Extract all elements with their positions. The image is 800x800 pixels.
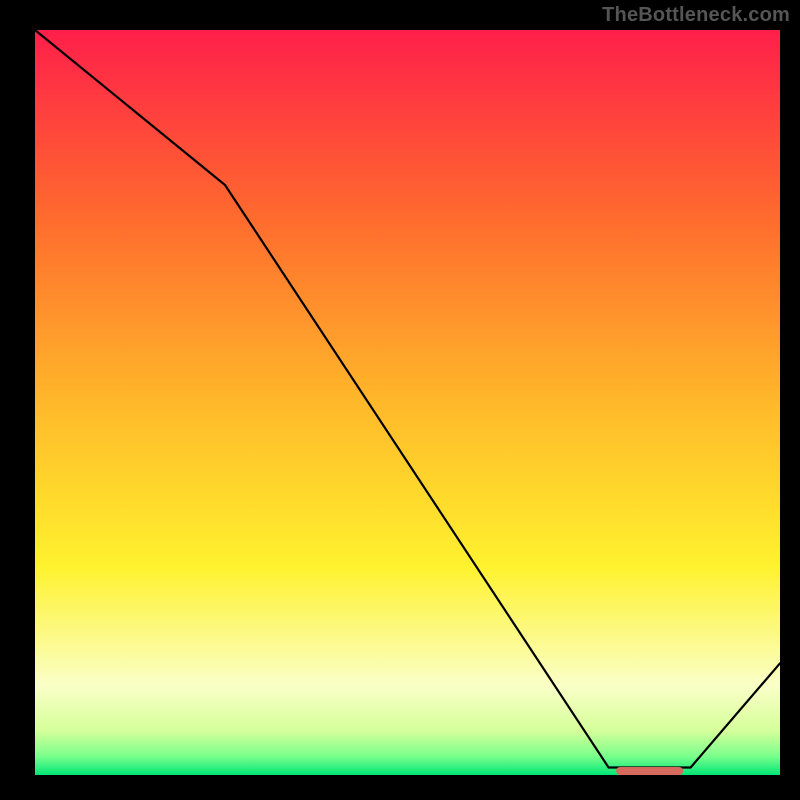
chart-stage: TheBottleneck.com bbox=[0, 0, 800, 800]
optimal-range-marker bbox=[616, 767, 683, 775]
chart-svg bbox=[0, 0, 800, 800]
plot-area bbox=[35, 30, 780, 775]
